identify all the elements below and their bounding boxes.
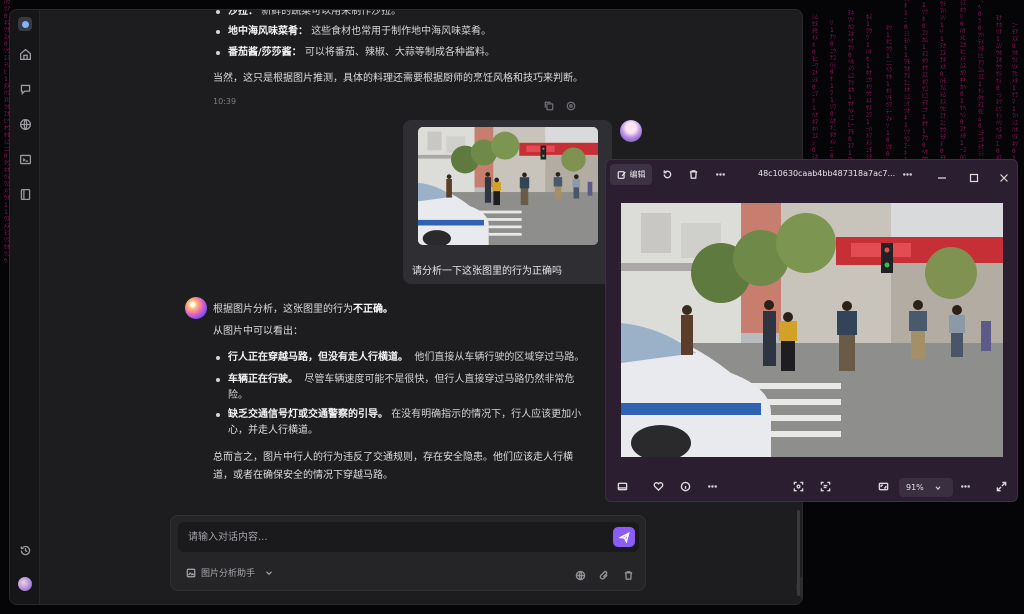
more-options-icon[interactable] (706, 480, 718, 492)
history-icon[interactable] (17, 542, 33, 558)
viewer-titlebar: 编辑 48c10630caab4bb487318a7ac7... (606, 160, 1017, 190)
uploaded-image-thumbnail[interactable] (418, 127, 598, 245)
globe-icon[interactable] (575, 566, 587, 581)
more-options-icon[interactable] (901, 168, 913, 180)
user-message-bubble: 请分析一下这张图里的行为正确吗 (403, 120, 612, 284)
filmstrip-icon[interactable] (616, 480, 628, 492)
close-icon[interactable] (999, 168, 1011, 182)
regenerate-icon[interactable] (566, 96, 576, 115)
fullscreen-icon[interactable] (995, 480, 1007, 492)
list-item: 番茄酱/莎莎酱： 可以将番茄、辣椒、大蒜等制成各种酱料。 (216, 44, 495, 62)
user-message-text: 请分析一下这张图里的行为正确吗 (412, 266, 562, 277)
copy-icon[interactable] (544, 96, 554, 115)
edit-button[interactable]: 编辑 (610, 164, 652, 185)
previous-conclusion: 当然，这只是根据图片推测，具体的料理还需要根据厨师的烹饪风格和技巧来判断。 (213, 73, 583, 84)
message-composer: 图片分析助手 (170, 515, 646, 591)
zoom-selector[interactable]: 91% (899, 478, 953, 497)
list-item: 沙拉： 新鲜的蔬菜可以用来制作沙拉。 (215, 10, 401, 21)
assistant-avatar (185, 297, 207, 319)
answer-lead: 从图片中可以看出： (213, 326, 303, 337)
app-logo-icon (17, 16, 33, 32)
scrollbar[interactable] (797, 510, 800, 596)
chevron-down-icon (266, 570, 272, 575)
maximize-icon[interactable] (969, 168, 981, 183)
fit-to-window-icon[interactable] (877, 480, 889, 492)
edit-icon (617, 170, 626, 179)
answer-summary-line: 道，或者在确保安全的情况下穿越马路。 (213, 470, 393, 481)
attachment-icon[interactable] (599, 566, 611, 580)
visual-search-icon[interactable] (792, 480, 804, 492)
favorite-icon[interactable] (652, 480, 664, 492)
list-item-continuation: 险。 (228, 390, 248, 401)
send-icon (618, 531, 630, 543)
viewer-bottombar: 91% (606, 472, 1017, 501)
photo-display[interactable] (621, 203, 1003, 457)
chat-icon[interactable] (17, 81, 33, 97)
message-input[interactable] (178, 522, 639, 552)
answer-intro: 根据图片分析，这张图里的行为不正确。 (213, 304, 393, 315)
rotate-icon[interactable] (661, 168, 673, 180)
info-icon[interactable] (679, 480, 691, 492)
list-item: 地中海风味菜肴： 这些食材也常用于制作地中海风味菜肴。 (215, 23, 491, 41)
send-button[interactable] (613, 527, 635, 547)
street-photo (621, 203, 1003, 457)
terminal-icon[interactable] (17, 151, 33, 167)
edit-label: 编辑 (629, 170, 646, 179)
globe-icon[interactable] (17, 116, 33, 132)
more-options-icon[interactable] (714, 168, 726, 180)
more-options-icon[interactable] (959, 480, 971, 492)
answer-summary-line: 总而言之，图片中行人的行为违反了交通规则，存在安全隐患。他们应该走人行横 (213, 452, 573, 463)
chevron-down-icon (935, 485, 941, 490)
user-avatar-small[interactable] (17, 576, 33, 592)
minimize-icon[interactable] (937, 168, 949, 180)
list-item: 行人正在穿越马路，但没有走人行横道。 他们直接从车辆行驶的区域穿过马路。 (215, 349, 584, 367)
assistant-selector[interactable]: 图片分析助手 (186, 566, 274, 579)
image-icon (186, 568, 196, 577)
zoom-level: 91% (906, 483, 924, 492)
list-item: 车辆正在行驶。 尽管车辆速度可能不是很快，但行人直接穿过马路仍然非常危 (215, 371, 574, 389)
message-timestamp: 10:39 (213, 97, 237, 106)
left-rail (10, 10, 40, 604)
book-icon[interactable] (17, 186, 33, 202)
user-avatar (620, 120, 642, 142)
matrix-column: ｼﾘﾎﾎﾀ1ﾆ0ﾐﾐﾓﾊﾓ1ﾜﾓﾗｵｱｽｴﾆｷｵｼﾕｼｹﾂｵﾈ1ﾘﾂｳﾕｴｰｷ1… (904, 0, 911, 171)
file-name: 48c10630caab4bb487318a7ac7... (758, 169, 896, 178)
text-scan-icon[interactable] (819, 480, 831, 492)
photo-viewer-window: 编辑 48c10630caab4bb487318a7ac7... 91% (605, 159, 1018, 502)
street-photo-thumb (418, 127, 598, 245)
trash-icon[interactable] (623, 566, 635, 580)
delete-icon[interactable] (687, 168, 699, 180)
list-item-continuation: 心，并走人行横道。 (228, 425, 318, 436)
assistant-name: 图片分析助手 (201, 569, 256, 579)
home-icon[interactable] (17, 46, 33, 62)
